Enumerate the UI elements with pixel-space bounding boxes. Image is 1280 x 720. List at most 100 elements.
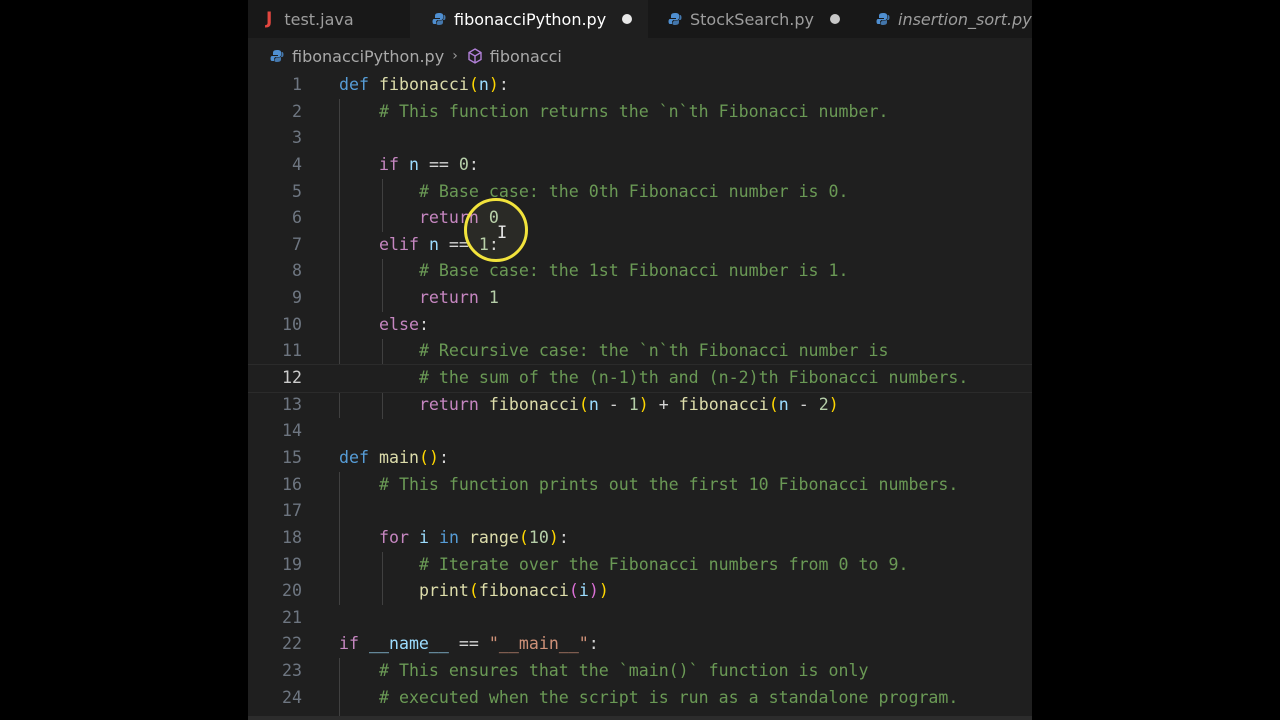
code-line[interactable]: 20 print(fibonacci(i)) bbox=[248, 578, 1032, 605]
code-token: print bbox=[418, 581, 469, 601]
code-line[interactable]: 18 for i in range(10): bbox=[248, 525, 1032, 552]
code-token: # Base case: the 0th Fibonacci number is… bbox=[418, 181, 849, 201]
code-token: ( bbox=[468, 581, 479, 601]
code-line[interactable]: 8 # Base case: the 1st Fibonacci number … bbox=[248, 258, 1032, 285]
code-line[interactable]: 22 if __name__ == "__main__": bbox=[248, 631, 1032, 658]
code-line[interactable]: 10 else: bbox=[248, 312, 1032, 339]
code-line[interactable]: 19 # Iterate over the Fibonacci numbers … bbox=[248, 552, 1032, 579]
tab-test-java[interactable]: J test.java bbox=[248, 0, 410, 38]
code-line[interactable]: 17 bbox=[248, 498, 1032, 525]
code-editor[interactable]: J test.java fibonacciPython.py StockSear… bbox=[248, 0, 1032, 720]
tab-fibonacci-python[interactable]: fibonacciPython.py bbox=[410, 0, 648, 38]
code-line[interactable]: 15 def main(): bbox=[248, 445, 1032, 472]
code-token: fibonacci bbox=[488, 394, 579, 414]
code-token: in bbox=[438, 527, 459, 547]
horizontal-scrollbar[interactable] bbox=[248, 716, 1032, 720]
breadcrumb-file[interactable]: fibonacciPython.py bbox=[292, 47, 444, 66]
line-text: return 1 bbox=[339, 285, 499, 312]
line-text: # Base case: the 1st Fibonacci number is… bbox=[339, 258, 849, 285]
line-text: if __name__ == "__main__": bbox=[339, 631, 599, 658]
tab-label: insertion_sort.py bbox=[898, 9, 1032, 29]
line-text: # This ensures that the `main()` functio… bbox=[339, 658, 869, 685]
code-line[interactable]: 12 # the sum of the (n-1)th and (n-2)th … bbox=[248, 364, 1032, 393]
code-line[interactable]: 7 elif n == 1: bbox=[248, 232, 1032, 259]
code-token: fibonacci bbox=[478, 581, 569, 601]
tab-label: fibonacciPython.py bbox=[454, 9, 607, 29]
code-line[interactable]: 14 bbox=[248, 418, 1032, 445]
code-line[interactable]: 2 # This function returns the `n`th Fibo… bbox=[248, 99, 1032, 126]
line-text: if n == 0: bbox=[339, 152, 479, 179]
code-token: i bbox=[418, 527, 429, 547]
code-token: # Base case: the 1st Fibonacci number is… bbox=[418, 261, 849, 281]
code-token: return bbox=[418, 288, 479, 308]
line-number: 21 bbox=[282, 607, 302, 627]
code-token: else bbox=[378, 314, 419, 334]
java-icon: J bbox=[266, 9, 273, 29]
tab-stock-search[interactable]: StockSearch.py bbox=[648, 0, 848, 38]
code-token: 1 bbox=[628, 394, 639, 414]
chevron-right-icon: › bbox=[452, 48, 458, 64]
code-line[interactable]: 5 # Base case: the 0th Fibonacci number … bbox=[248, 179, 1032, 206]
line-text: # This function prints out the first 10 … bbox=[339, 472, 958, 499]
line-text: def fibonacci(n): bbox=[339, 72, 509, 99]
code-token: ( bbox=[768, 394, 779, 414]
code-line[interactable]: 23 # This ensures that the `main()` func… bbox=[248, 658, 1032, 685]
code-area[interactable]: 1 def fibonacci(n): 2 # This function retu… bbox=[248, 72, 1032, 720]
code-line[interactable]: 11 # Recursive case: the `n`th Fibonacci… bbox=[248, 338, 1032, 365]
tab-bar: J test.java fibonacciPython.py StockSear… bbox=[248, 0, 1032, 38]
code-token: # Recursive case: the `n`th Fibonacci nu… bbox=[418, 341, 889, 361]
code-line[interactable]: 9 return 1 bbox=[248, 285, 1032, 312]
line-number: 11 bbox=[282, 341, 302, 361]
code-line[interactable]: 4 if n == 0: bbox=[248, 152, 1032, 179]
code-token: : bbox=[558, 527, 569, 547]
code-token: n bbox=[778, 394, 789, 414]
code-token: ( bbox=[568, 581, 579, 601]
breadcrumb-symbol[interactable]: fibonacci bbox=[490, 47, 562, 66]
code-token: n bbox=[478, 75, 489, 94]
code-line[interactable]: 21 bbox=[248, 605, 1032, 632]
code-line[interactable]: 6 return 0 bbox=[248, 205, 1032, 232]
code-token: : bbox=[468, 154, 479, 174]
line-text: # Iterate over the Fibonacci numbers fro… bbox=[339, 552, 909, 579]
code-token: fibonacci bbox=[378, 75, 469, 94]
code-token: # the sum of the (n-1)th and (n-2)th Fib… bbox=[418, 368, 969, 388]
code-token: ) bbox=[638, 394, 649, 414]
code-token: ) bbox=[828, 394, 839, 414]
unsaved-dot-icon[interactable] bbox=[829, 14, 840, 24]
code-token: # This function prints out the first 10 … bbox=[378, 474, 959, 494]
line-text: return fibonacci(n - 1) + fibonacci(n - … bbox=[339, 392, 839, 419]
code-line[interactable]: 1 def fibonacci(n): bbox=[248, 72, 1032, 99]
code-line[interactable]: 16 # This function prints out the first … bbox=[248, 472, 1032, 499]
code-token: : bbox=[438, 447, 449, 467]
code-line[interactable]: 3 bbox=[248, 125, 1032, 152]
code-token: # This ensures that the `main()` functio… bbox=[378, 661, 869, 681]
line-number: 15 bbox=[282, 447, 302, 467]
code-token: range bbox=[468, 527, 519, 547]
code-token: 10 bbox=[528, 527, 549, 547]
mouse-highlight-ring bbox=[464, 198, 528, 262]
code-token: ( bbox=[518, 527, 529, 547]
unsaved-dot-icon[interactable] bbox=[622, 14, 633, 24]
code-token: for bbox=[378, 527, 409, 547]
code-line[interactable]: 24 # executed when the script is run as … bbox=[248, 685, 1032, 712]
breadcrumb: fibonacciPython.py › fibonacci bbox=[248, 38, 1032, 74]
code-line[interactable]: 13 return fibonacci(n - 1) + fibonacci(n… bbox=[248, 392, 1032, 419]
line-text: # executed when the script is run as a s… bbox=[339, 685, 958, 712]
tab-insertion-sort[interactable]: insertion_sort.py bbox=[856, 0, 1032, 38]
tab-label: test.java bbox=[284, 9, 354, 29]
